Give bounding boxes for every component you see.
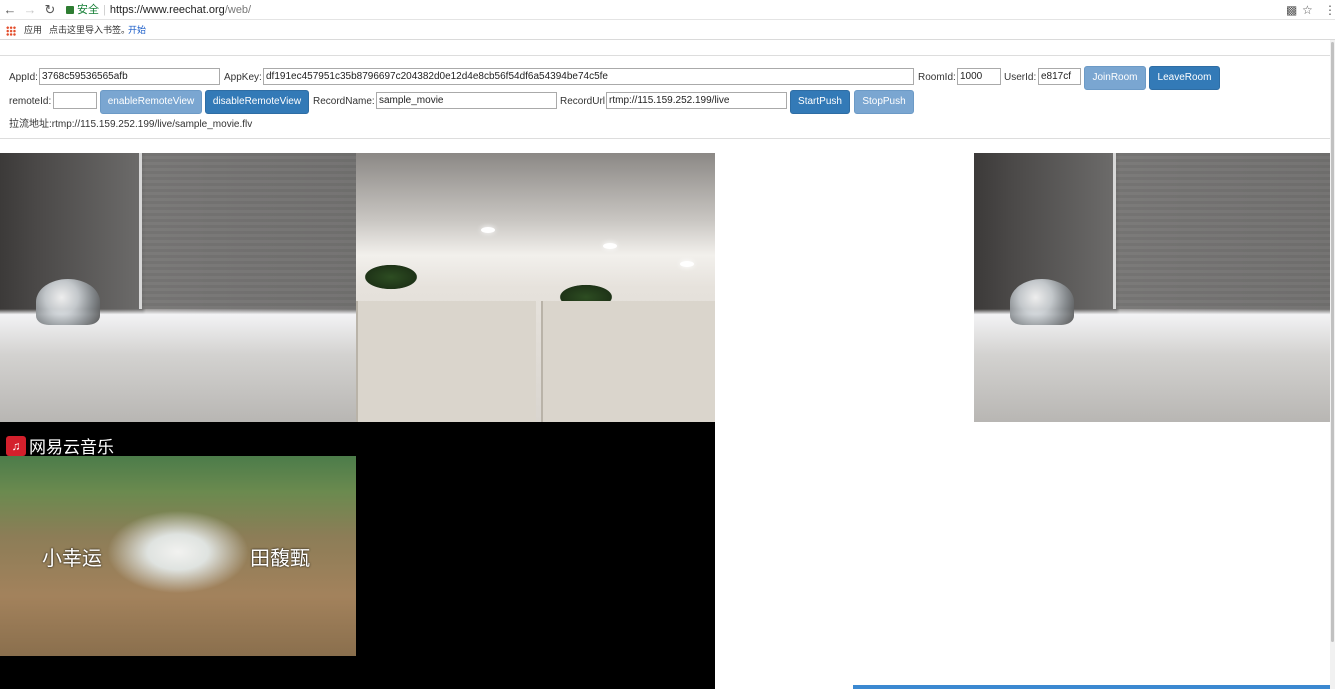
appid-input[interactable]	[39, 68, 220, 85]
window-frame	[1112, 153, 1116, 310]
browser-toolbar: ← → ↻ 安全 | https://www.reechat.org/web/ ▩ …	[0, 0, 1335, 20]
bookmarks-bar: 应用 点击这里导入书签。 开始	[0, 21, 1335, 40]
music-logo-text: 网易云音乐	[29, 438, 114, 458]
song-title-subtitle: 小幸运	[42, 546, 102, 570]
music-logo-icon: ♫	[6, 435, 26, 456]
remoteid-label: remoteId:	[9, 96, 52, 107]
roomid-label: RoomId:	[918, 72, 956, 83]
remoteid-input[interactable]	[53, 92, 97, 109]
start-push-button[interactable]: StartPush	[790, 90, 850, 114]
music-logo: ♫ 网易云音乐	[6, 432, 114, 459]
appkey-input[interactable]	[263, 68, 914, 85]
window-blinds	[138, 153, 356, 310]
apps-link[interactable]: 应用	[24, 21, 42, 39]
url-path: /web/	[224, 4, 252, 16]
camera-icon[interactable]: ▩	[1286, 3, 1297, 17]
cabinet	[541, 300, 715, 422]
start-link[interactable]: 开始	[128, 21, 146, 39]
preview-video-view	[974, 153, 1330, 422]
window-blinds	[1112, 153, 1330, 310]
leave-room-button[interactable]: LeaveRoom	[1149, 66, 1220, 90]
ceiling-light	[481, 227, 495, 233]
import-bookmarks-text: 点击这里导入书签。	[49, 25, 131, 35]
roomid-input[interactable]	[957, 68, 1001, 85]
glass-globe	[1009, 279, 1074, 326]
ceiling-light	[680, 261, 694, 267]
ceiling-light	[603, 243, 617, 249]
pull-url-text: 拉流地址:rtmp://115.159.252.199/live/sample_…	[9, 115, 252, 130]
userid-label: UserId:	[1004, 72, 1037, 83]
glass-globe	[35, 279, 100, 326]
address-separator: |	[103, 4, 106, 16]
back-arrow-icon[interactable]: ←	[2, 2, 18, 18]
record-name-input[interactable]	[376, 92, 557, 109]
singer-subtitle: 田馥甄	[250, 546, 310, 570]
record-name-label: RecordName:	[313, 96, 375, 107]
userid-input[interactable]	[1038, 68, 1081, 85]
pull-url-value: rtmp://115.159.252.199/live/sample_movie…	[51, 119, 253, 130]
window-frame	[138, 153, 142, 310]
scrollbar-thumb[interactable]	[1331, 42, 1334, 642]
apps-icon[interactable]	[6, 26, 16, 36]
plant	[361, 263, 421, 291]
secure-label: 安全	[77, 4, 99, 16]
record-url-label: RecordUrl	[560, 96, 606, 107]
lock-icon	[66, 6, 74, 14]
address-bar[interactable]: 安全 | https://www.reechat.org/web/	[62, 1, 251, 19]
remote-video-view	[356, 153, 715, 422]
local-video-view	[0, 153, 356, 422]
forward-arrow-icon[interactable]: →	[22, 2, 38, 18]
appkey-label: AppKey:	[224, 72, 262, 83]
join-room-button[interactable]: JoinRoom	[1084, 66, 1146, 90]
record-url-input[interactable]	[606, 92, 787, 109]
loading-progress-bar	[853, 685, 1330, 689]
appid-label: AppId:	[9, 72, 38, 83]
url-host: https://www.reechat.org	[109, 4, 225, 16]
stop-push-button[interactable]: StopPush	[854, 90, 914, 114]
cabinet	[356, 300, 536, 422]
star-icon[interactable]: ☆	[1302, 3, 1313, 17]
menu-icon[interactable]: ⋮	[1324, 3, 1335, 17]
pull-url-label: 拉流地址:	[9, 119, 52, 130]
disable-remote-view-button[interactable]: disableRemoteView	[205, 90, 309, 114]
reload-icon[interactable]: ↻	[42, 2, 58, 18]
enable-remote-view-button[interactable]: enableRemoteView	[100, 90, 202, 114]
